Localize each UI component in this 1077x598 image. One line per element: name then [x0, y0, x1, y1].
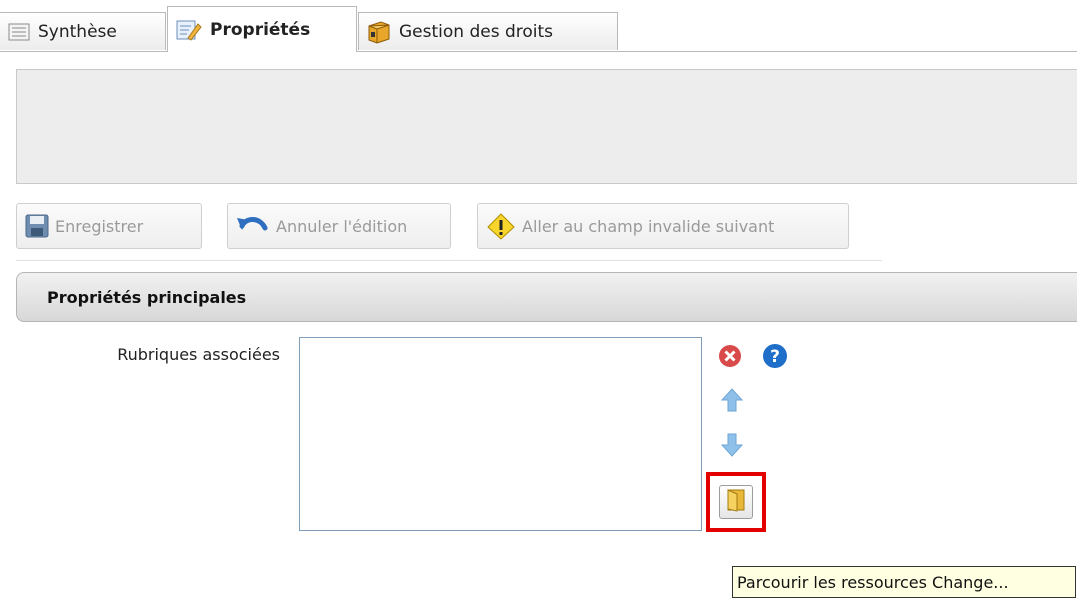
undo-edit-button[interactable]: Annuler l'édition — [227, 203, 451, 249]
tab-label: Propriétés — [210, 19, 311, 40]
help-icon: ? — [762, 343, 788, 373]
toolbar-divider — [16, 260, 882, 261]
move-up-button[interactable] — [717, 387, 747, 417]
tab-label: Gestion des droits — [399, 21, 554, 42]
arrow-up-icon — [720, 388, 744, 416]
floppy-disk-icon — [25, 214, 49, 238]
browse-tooltip: Parcourir les ressources Change... — [732, 566, 1076, 598]
edit-properties-icon — [176, 18, 202, 42]
remove-icon — [718, 344, 742, 372]
next-invalid-field-button[interactable]: Aller au champ invalide suivant — [477, 203, 849, 249]
browse-resources-button[interactable] — [719, 485, 753, 519]
rubriques-listbox[interactable] — [299, 337, 702, 531]
svg-text:?: ? — [770, 347, 780, 367]
browse-folder-icon — [725, 488, 747, 516]
tab-gestion-droits[interactable]: Gestion des droits — [358, 12, 618, 50]
tab-bar: Synthèse Propriétés Gestion des droits — [0, 0, 1077, 52]
undo-arrow-icon — [236, 214, 270, 238]
section-title: Propriétés principales — [47, 287, 247, 307]
section-header-main-properties[interactable]: Propriétés principales — [16, 272, 1077, 322]
move-down-button[interactable] — [717, 432, 747, 462]
next-invalid-label: Aller au champ invalide suivant — [522, 216, 775, 236]
summary-list-icon — [8, 23, 30, 41]
rights-box-icon — [367, 20, 391, 44]
save-button[interactable]: Enregistrer — [16, 203, 202, 249]
help-button[interactable]: ? — [760, 343, 790, 373]
tab-label: Synthèse — [38, 21, 117, 42]
save-label: Enregistrer — [55, 216, 144, 236]
tab-synthese[interactable]: Synthèse — [0, 12, 166, 50]
document-header-area — [16, 69, 1077, 184]
field-label-rubriques: Rubriques associées — [117, 345, 280, 364]
highlight-frame — [706, 472, 766, 532]
undo-label: Annuler l'édition — [276, 216, 408, 236]
tab-proprietes[interactable]: Propriétés — [167, 6, 357, 52]
warning-icon — [486, 212, 516, 240]
arrow-down-icon — [720, 433, 744, 461]
remove-button[interactable] — [715, 343, 745, 373]
